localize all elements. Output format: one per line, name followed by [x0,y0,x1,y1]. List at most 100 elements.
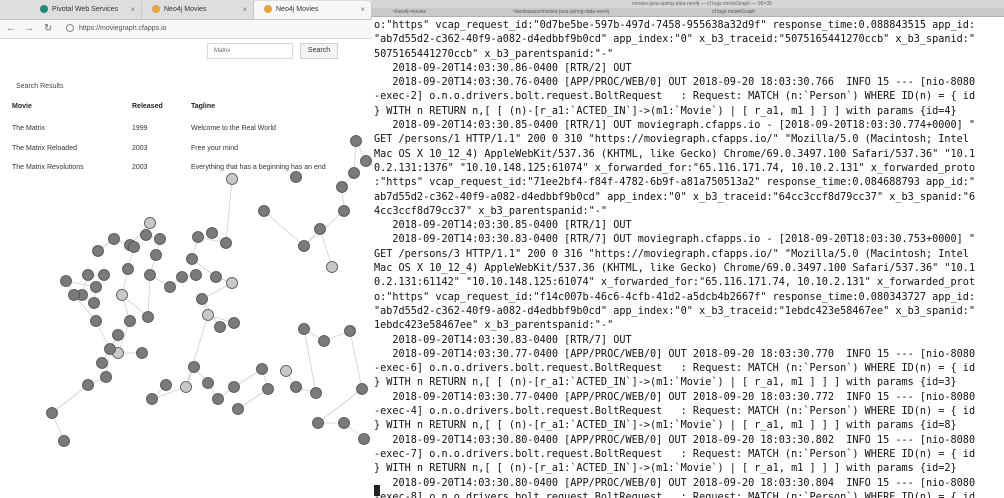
graph-node[interactable] [190,269,202,281]
graph-node[interactable] [92,245,104,257]
graph-node[interactable] [356,383,368,395]
log-line: } WITH n RETURN n,[ [ (n)-[r_a1:`ACTED_I… [374,105,957,117]
graph-node[interactable] [298,240,310,252]
graph-node[interactable] [124,315,136,327]
graph-node[interactable] [210,271,222,283]
graph-node[interactable] [96,357,108,369]
log-line: 4cc3ccf8d79cc37" x_b3_parentspanid:"-" [374,205,608,217]
graph-node[interactable] [46,407,58,419]
terminal-tab[interactable]: ~/neo4j-movies [372,8,492,16]
search-results-title: Search Results [16,83,64,90]
browser-toolbar: ← → ↻ https://moviegraph.cfapps.io [0,20,372,39]
graph-node[interactable] [90,315,102,327]
log-line: 2018-09-20T14:03:30.77-0400 [APP/PROC/WE… [374,348,976,360]
graph-node[interactable] [108,233,120,245]
graph-node[interactable] [90,281,102,293]
graph-node[interactable] [104,343,116,355]
graph-node[interactable] [344,325,356,337]
graph-node[interactable] [202,377,214,389]
graph-node[interactable] [140,229,152,241]
graph-node[interactable] [82,269,94,281]
terminal-tab[interactable]: ~/workspace/movies-java-spring-data-neo4… [492,8,692,16]
terminal-tab[interactable]: cf logs movieGraph [692,8,812,16]
graph-node[interactable] [312,417,324,429]
graph-node[interactable] [112,329,124,341]
graph-node[interactable] [214,321,226,333]
graph-node[interactable] [60,275,72,287]
log-line: 0.2.131:1376" "10.10.148.125:61074" x_fo… [374,162,976,174]
browser-tab-neo4j-2[interactable]: Neo4j Movies × [254,1,372,19]
reload-icon[interactable]: ↻ [44,22,52,36]
graph-node[interactable] [280,365,292,377]
graph-node[interactable] [68,289,80,301]
graph-node[interactable] [180,381,192,393]
graph-node[interactable] [164,281,176,293]
graph-node[interactable] [228,381,240,393]
graph-node[interactable] [142,311,154,323]
graph-node[interactable] [160,379,172,391]
graph-node[interactable] [326,261,338,273]
graph-node[interactable] [186,253,198,265]
close-icon[interactable]: × [242,1,247,19]
graph-node[interactable] [348,167,360,179]
search-input[interactable]: Matrix [207,43,293,59]
graph-node[interactable] [318,335,330,347]
graph-node[interactable] [360,155,372,167]
browser-tab-neo4j-1[interactable]: Neo4j Movies × [142,1,254,19]
graph-node[interactable] [226,173,238,185]
graph-node[interactable] [100,371,112,383]
graph-node[interactable] [212,393,224,405]
graph-node[interactable] [144,269,156,281]
column-header-released: Released [132,103,163,110]
graph-node[interactable] [88,297,100,309]
graph-node[interactable] [258,205,270,217]
forward-arrow-icon[interactable]: → [24,22,34,36]
graph-node[interactable] [154,233,166,245]
graph-node[interactable] [128,241,140,253]
graph-node[interactable] [290,381,302,393]
graph-node[interactable] [136,347,148,359]
graph-node[interactable] [314,223,326,235]
graph-node[interactable] [338,205,350,217]
back-arrow-icon[interactable]: ← [6,22,16,36]
close-icon[interactable]: × [130,1,135,19]
graph-node[interactable] [82,379,94,391]
graph-node[interactable] [196,293,208,305]
graph-node[interactable] [188,361,200,373]
graph-node[interactable] [298,323,310,335]
graph-node[interactable] [350,135,362,147]
graph-node[interactable] [290,171,302,183]
graph-node[interactable] [146,393,158,405]
graph-node[interactable] [310,387,322,399]
graph-node[interactable] [206,227,218,239]
graph-node[interactable] [232,403,244,415]
graph-node[interactable] [122,263,134,275]
graph-node[interactable] [256,363,268,375]
graph-node[interactable] [98,269,110,281]
graph-node[interactable] [262,383,274,395]
graph-node[interactable] [58,435,70,447]
graph-node[interactable] [336,181,348,193]
graph-node[interactable] [202,309,214,321]
graph-node[interactable] [226,277,238,289]
log-line: -exec-8] o.n.o.drivers.bolt.request.Bolt… [374,491,976,498]
log-line: -exec-6] o.n.o.drivers.bolt.request.Bolt… [374,363,976,375]
log-line: 2018-09-20T14:03:30.85-0400 [RTR/1] OUT [374,220,632,232]
movie-graph[interactable] [0,127,372,457]
graph-node[interactable] [220,237,232,249]
close-icon[interactable]: × [360,1,365,19]
graph-node[interactable] [358,433,370,445]
graph-node[interactable] [228,317,240,329]
graph-node[interactable] [150,249,162,261]
graph-node[interactable] [338,417,350,429]
log-line: } WITH n RETURN n,[ [ (n)-[r_a1:`ACTED_I… [374,420,957,432]
graph-node[interactable] [116,289,128,301]
terminal-output[interactable]: o:"https" vcap_request_id:"0d7be5be-597b… [374,19,1002,498]
graph-node[interactable] [176,271,188,283]
graph-node[interactable] [192,231,204,243]
search-button[interactable]: Search [300,43,338,59]
browser-window: Pivotal Web Services × Neo4j Movies × Neo4… [0,0,373,498]
graph-node[interactable] [144,217,156,229]
browser-tab-pivotal[interactable]: Pivotal Web Services × [30,1,142,19]
address-bar[interactable]: https://moviegraph.cfapps.io [66,22,366,36]
